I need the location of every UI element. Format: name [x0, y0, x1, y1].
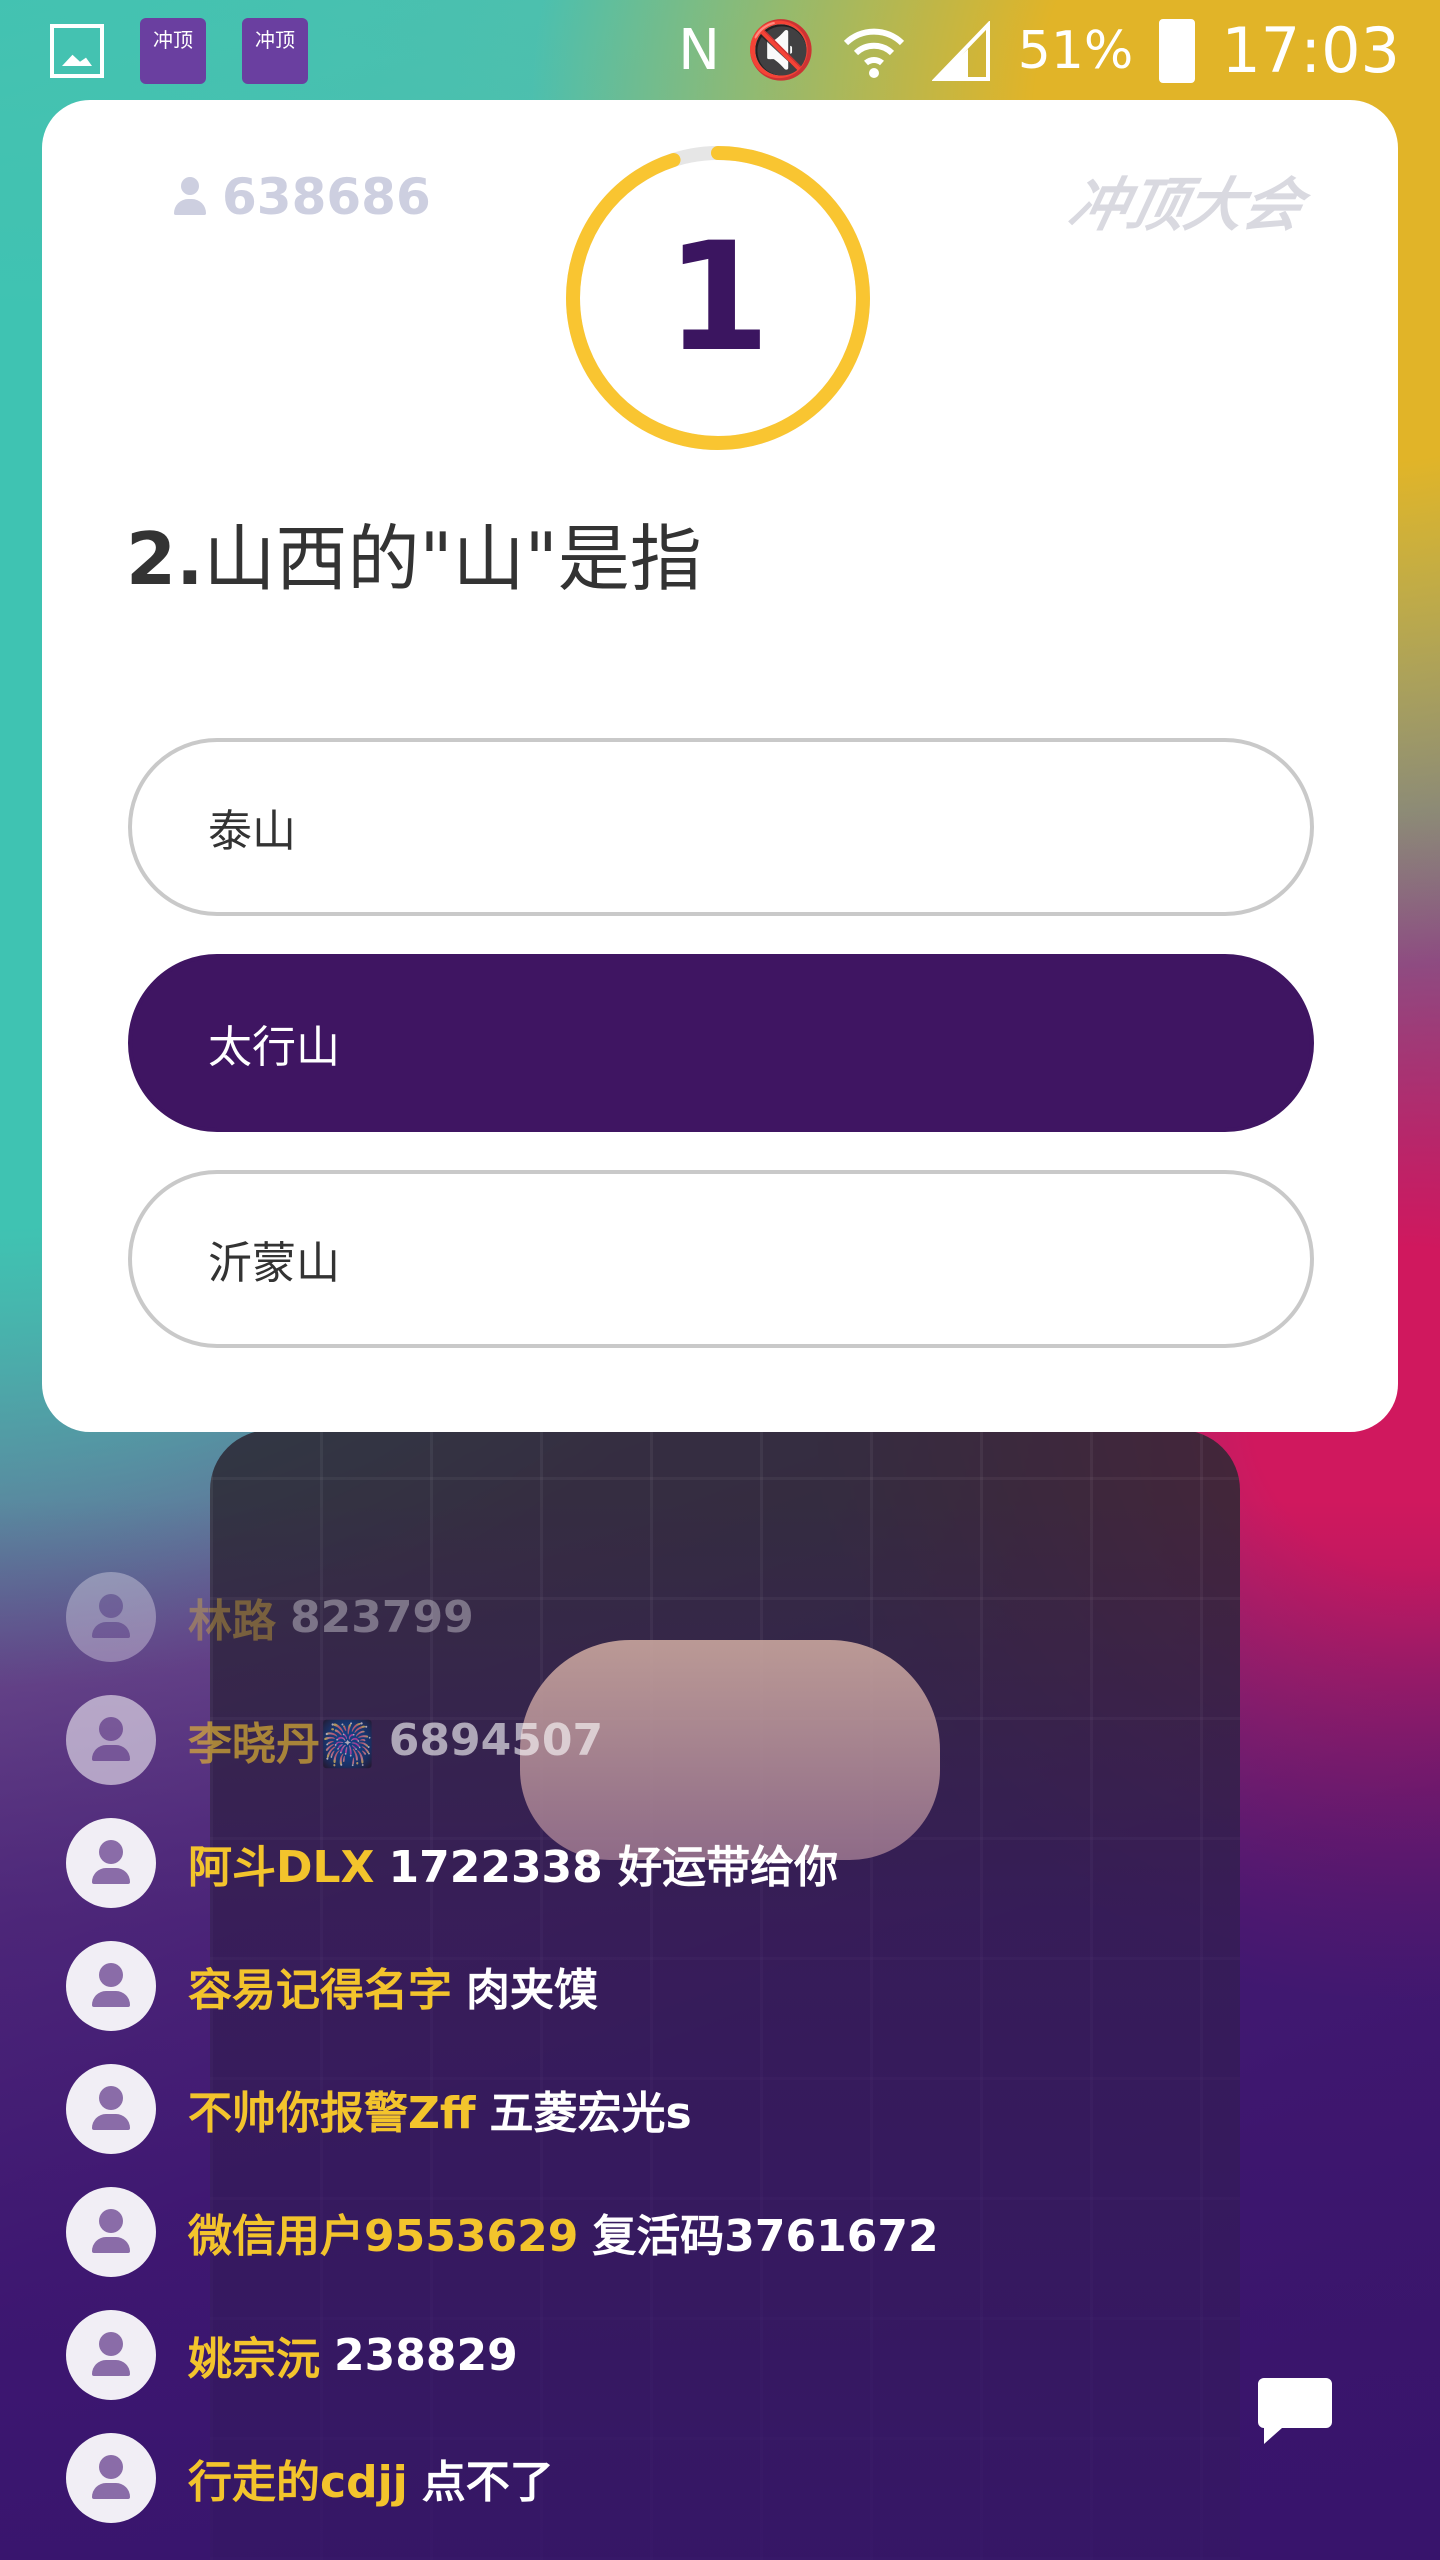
comment-item: 李晓丹🎆 6894507 — [66, 1695, 603, 1785]
answer-option-1[interactable]: 泰山 — [128, 738, 1314, 916]
comment-text: 238829 — [334, 2329, 518, 2381]
comment-item: 阿斗DLX 1722338 好运带给你 — [66, 1818, 838, 1908]
avatar — [66, 1818, 156, 1908]
app-notification-icon: 冲顶 — [242, 18, 308, 84]
answer-label: 太行山 — [208, 1022, 340, 1073]
comment-item: 林路 823799 — [66, 1572, 474, 1662]
comment-item: 容易记得名字 肉夹馍 — [66, 1941, 598, 2031]
answer-option-3[interactable]: 沂蒙山 — [128, 1170, 1314, 1348]
countdown-value: 1 — [665, 211, 771, 385]
answer-option-2[interactable]: 太行山 — [128, 954, 1314, 1132]
avatar — [66, 2187, 156, 2277]
comment-username: 行走的cdjj — [188, 2457, 408, 2508]
status-bar: 冲顶 冲顶 N 🔇 51% 17:03 — [0, 0, 1440, 100]
question-number: 2. — [126, 517, 204, 601]
clock: 17:03 — [1221, 14, 1400, 87]
comment-username: 李晓丹🎆 — [188, 1719, 375, 1770]
comment-text: 823799 — [290, 1591, 474, 1643]
avatar — [66, 2064, 156, 2154]
app-logo: 冲顶大会 — [1062, 171, 1310, 239]
comment-username: 姚宗沅 — [188, 2334, 320, 2385]
question-text: 山西的"山"是指 — [203, 517, 702, 601]
mute-icon: 🔇 — [746, 17, 816, 83]
comment-username: 林路 — [188, 1596, 276, 1647]
comment-text: 五菱宏光s — [489, 2088, 692, 2139]
signal-icon — [931, 20, 990, 81]
comment-text: 复活码3761672 — [592, 2211, 939, 2262]
avatar — [66, 2433, 156, 2523]
chat-bubble-icon[interactable] — [1256, 2376, 1334, 2446]
countdown-timer: 1 — [558, 138, 878, 458]
person-icon — [172, 177, 208, 217]
battery-icon — [1159, 18, 1196, 83]
comment-item: 微信用户9553629 复活码3761672 — [66, 2187, 939, 2277]
comment-username: 容易记得名字 — [188, 1965, 452, 2016]
avatar — [66, 2310, 156, 2400]
comment-text: 6894507 — [388, 1714, 604, 1766]
comment-item: 姚宗沅 238829 — [66, 2310, 518, 2400]
comment-text: 点不了 — [421, 2457, 554, 2508]
viewer-count: 638686 — [172, 168, 431, 226]
comment-item: 不帅你报警Zff 五菱宏光s — [66, 2064, 692, 2154]
avatar — [66, 1695, 156, 1785]
comment-item: 行走的cdjj 点不了 — [66, 2433, 554, 2523]
quiz-card: 638686 1 冲顶大会 2.山西的"山"是指 泰山 太行山 沂蒙山 — [42, 100, 1398, 1432]
app-notification-icon: 冲顶 — [140, 18, 206, 84]
comment-text: 1722338 好运带给你 — [388, 1842, 839, 1893]
comment-username: 阿斗DLX — [188, 1842, 375, 1893]
gallery-icon — [50, 24, 104, 78]
comment-text: 肉夹馍 — [466, 1965, 598, 2016]
viewer-count-value: 638686 — [222, 168, 431, 226]
wifi-icon — [843, 28, 904, 78]
comment-username: 微信用户9553629 — [188, 2211, 579, 2262]
answer-label: 沂蒙山 — [208, 1238, 340, 1289]
avatar — [66, 1572, 156, 1662]
comment-username: 不帅你报警Zff — [188, 2088, 476, 2139]
question-title: 2.山西的"山"是指 — [126, 500, 702, 605]
nfc-icon: N — [678, 17, 720, 83]
answer-label: 泰山 — [208, 806, 296, 857]
avatar — [66, 1941, 156, 2031]
battery-percent: 51% — [1017, 20, 1134, 81]
